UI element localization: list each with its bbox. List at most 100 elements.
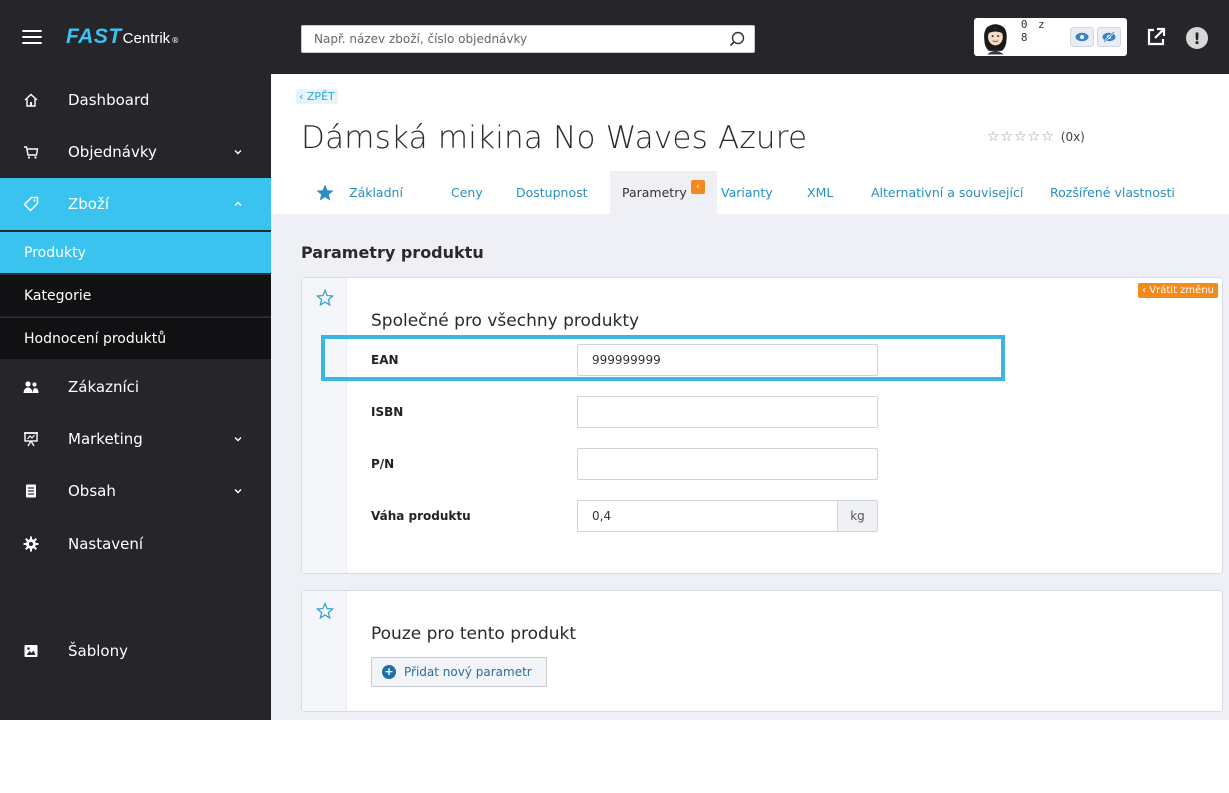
sidebar-subitem-label: Hodnocení produktů xyxy=(24,330,167,347)
blank-area xyxy=(0,720,1229,793)
sidebar-item-label: Zákazníci xyxy=(68,378,140,396)
sidebar-item-label: Nastavení xyxy=(68,535,144,553)
tab-changed-badge: ‹ xyxy=(690,179,705,194)
field-label: Váha produktu xyxy=(371,509,471,523)
search-icon[interactable] xyxy=(728,30,746,48)
tag-icon xyxy=(22,195,40,213)
product-parameters-card: Pouze pro tento produkt + Přidat nový pa… xyxy=(301,590,1223,712)
avatar[interactable] xyxy=(976,18,1015,56)
tab-label: Dostupnost xyxy=(516,185,588,200)
sidebar-subitem-kategorie[interactable]: Kategorie xyxy=(0,274,271,316)
page-title: Dámská mikina No Waves Azure xyxy=(301,120,808,156)
tab-dostupnost[interactable]: Dostupnost xyxy=(516,171,588,214)
gear-icon xyxy=(22,535,40,553)
add-parameter-button[interactable]: + Přidat nový parametr xyxy=(371,657,547,687)
eye-slash-icon xyxy=(1102,31,1116,43)
logo-main: FAST xyxy=(66,25,122,48)
sidebar: Dashboard Objednávky Zboží Produkty Kate… xyxy=(0,74,271,720)
tab-ceny[interactable]: Ceny xyxy=(451,171,483,214)
image-icon xyxy=(22,642,40,660)
highlight-frame xyxy=(321,335,1005,381)
field-row-isbn: ISBN xyxy=(371,396,891,428)
product-rating: ☆☆☆☆☆ (0x) xyxy=(987,129,1085,145)
isbn-input[interactable] xyxy=(577,396,878,428)
sidebar-item-obsah[interactable]: Obsah xyxy=(0,465,271,517)
sidebar-item-sablony[interactable]: Šablony xyxy=(0,625,271,677)
tab-rozsirene[interactable]: Rozšířené vlastnosti xyxy=(1050,171,1175,214)
main-content: ‹ ZPĚT Dámská mikina No Waves Azure ☆☆☆☆… xyxy=(271,74,1229,720)
tab-xml[interactable]: XML xyxy=(807,171,833,214)
weight-input-group: kg xyxy=(577,500,878,532)
card-heading: Pouze pro tento produkt xyxy=(371,624,577,644)
sidebar-item-zbozi[interactable]: Zboží xyxy=(0,178,271,230)
section-title: Parametry produktu xyxy=(301,243,484,262)
sidebar-item-dashboard[interactable]: Dashboard xyxy=(0,74,271,126)
back-link[interactable]: ‹ ZPĚT xyxy=(296,89,338,104)
tab-label: XML xyxy=(807,185,834,200)
pn-input[interactable] xyxy=(577,448,878,480)
hamburger-menu-icon[interactable] xyxy=(22,30,42,44)
sidebar-item-label: Dashboard xyxy=(68,91,150,109)
document-icon xyxy=(22,482,40,500)
sidebar-item-objednavky[interactable]: Objednávky xyxy=(0,126,271,178)
sidebar-subitem-label: Produkty xyxy=(24,244,86,261)
sidebar-item-zakaznici[interactable]: Zákazníci xyxy=(0,361,271,413)
unit-addon: kg xyxy=(838,500,878,532)
weight-input[interactable] xyxy=(577,500,838,532)
product-header: ‹ ZPĚT Dámská mikina No Waves Azure ☆☆☆☆… xyxy=(271,74,1229,214)
eye-icon xyxy=(1075,32,1089,42)
home-icon xyxy=(22,91,40,109)
warning-icon[interactable]: ! xyxy=(1186,27,1208,49)
rating-count: (0x) xyxy=(1060,130,1085,144)
tab-label: Alternativní a související xyxy=(871,185,1024,200)
tab-label: Základní xyxy=(349,185,403,200)
users-icon xyxy=(22,378,40,396)
card-gutter xyxy=(302,591,347,711)
field-label: ISBN xyxy=(371,405,404,419)
tab-parametry[interactable]: Parametry ‹ xyxy=(610,171,717,214)
revert-change-button[interactable]: ‹ Vrátit změnu xyxy=(1138,283,1218,298)
card-heading: Společné pro všechny produkty xyxy=(371,311,640,331)
logo[interactable]: FAST Centrik ® xyxy=(66,25,179,49)
tab-label: Ceny xyxy=(451,185,483,200)
sidebar-subitem-hodnoceni[interactable]: Hodnocení produktů xyxy=(0,317,271,359)
notification-counter: 0 z 8 xyxy=(1020,18,1047,44)
tab-label: Parametry xyxy=(622,185,687,200)
card-gutter xyxy=(302,278,347,573)
tab-label: Rozšířené vlastnosti xyxy=(1050,185,1175,200)
chevron-down-icon xyxy=(234,489,242,494)
sidebar-item-nastaveni[interactable]: Nastavení xyxy=(0,518,271,570)
top-bar: FAST Centrik ® 0 z 8 xyxy=(0,0,1229,74)
star-outline-icon[interactable] xyxy=(316,289,334,307)
search-input[interactable] xyxy=(314,32,728,46)
favorite-star-icon[interactable] xyxy=(315,183,335,203)
star-outline-icon[interactable] xyxy=(316,602,334,620)
sidebar-subitem-label: Kategorie xyxy=(24,287,92,304)
chevron-up-icon xyxy=(234,201,242,206)
search-box xyxy=(301,25,755,53)
user-widget: 0 z 8 xyxy=(974,18,1127,56)
sidebar-item-label: Objednávky xyxy=(68,143,157,161)
sidebar-item-label: Marketing xyxy=(68,430,143,448)
tab-label: Varianty xyxy=(721,185,773,200)
rating-stars-icon[interactable]: ☆☆☆☆☆ xyxy=(987,129,1055,145)
sidebar-item-label: Šablony xyxy=(68,642,128,660)
chevron-down-icon xyxy=(234,437,242,442)
sidebar-item-marketing[interactable]: Marketing xyxy=(0,413,271,465)
field-label: P/N xyxy=(371,457,395,471)
field-row-weight: Váha produktu kg xyxy=(371,500,891,532)
field-row-pn: P/N xyxy=(371,448,891,480)
eye-slash-button[interactable] xyxy=(1096,27,1121,47)
logo-registered: ® xyxy=(171,36,180,45)
cart-icon xyxy=(22,143,40,161)
tab-alternativni[interactable]: Alternativní a související xyxy=(871,171,1023,214)
brand-area: FAST Centrik ® xyxy=(0,0,271,74)
external-link-icon[interactable] xyxy=(1146,27,1166,47)
tab-varianty[interactable]: Varianty xyxy=(721,171,773,214)
common-parameters-card: ‹ Vrátit změnu Společné pro všechny prod… xyxy=(301,277,1223,574)
sidebar-subitem-produkty[interactable]: Produkty xyxy=(0,231,271,273)
chevron-down-icon xyxy=(234,150,242,155)
tab-zakladni[interactable]: Základní xyxy=(349,171,403,214)
eye-button[interactable] xyxy=(1069,27,1094,47)
sidebar-item-label: Obsah xyxy=(68,482,116,500)
